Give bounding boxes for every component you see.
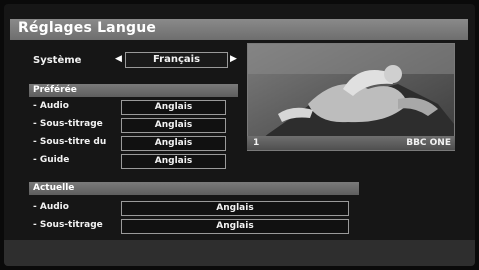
current-subtitle-value[interactable]: Anglais — [121, 219, 349, 234]
channel-name: BBC ONE — [406, 138, 451, 148]
current-audio-label: - Audio — [33, 202, 69, 212]
current-audio-value[interactable]: Anglais — [121, 201, 349, 216]
page-title: Réglages Langue — [18, 20, 157, 36]
bottom-bar — [4, 240, 475, 266]
system-language-label: Système — [33, 55, 82, 66]
preferred-guide-value[interactable]: Anglais — [121, 154, 226, 169]
preferred-subtitle-type-label: - Sous-titre du — [33, 137, 107, 147]
tv-preview — [247, 43, 455, 151]
current-subtitle-label: - Sous-titrage — [33, 220, 103, 230]
arrow-left-icon[interactable]: ◀ — [115, 54, 122, 64]
system-language-selector[interactable]: ◀ Français ▶ — [112, 52, 242, 68]
preferred-subtitle-value[interactable]: Anglais — [121, 118, 226, 133]
channel-number: 1 — [253, 138, 260, 148]
system-language-value[interactable]: Français — [125, 52, 228, 68]
arrow-right-icon[interactable]: ▶ — [230, 54, 237, 64]
channel-info-bar: 1 BBC ONE — [247, 136, 455, 150]
current-section-header: Actuelle — [29, 182, 359, 195]
preferred-audio-label: - Audio — [33, 101, 69, 111]
preferred-subtitle-label: - Sous-titrage — [33, 119, 103, 129]
preview-image — [248, 44, 454, 150]
preferred-audio-value[interactable]: Anglais — [121, 100, 226, 115]
preferred-section-header: Préférée — [29, 84, 238, 97]
preferred-guide-label: - Guide — [33, 155, 70, 165]
preferred-subtitle-type-value[interactable]: Anglais — [121, 136, 226, 151]
